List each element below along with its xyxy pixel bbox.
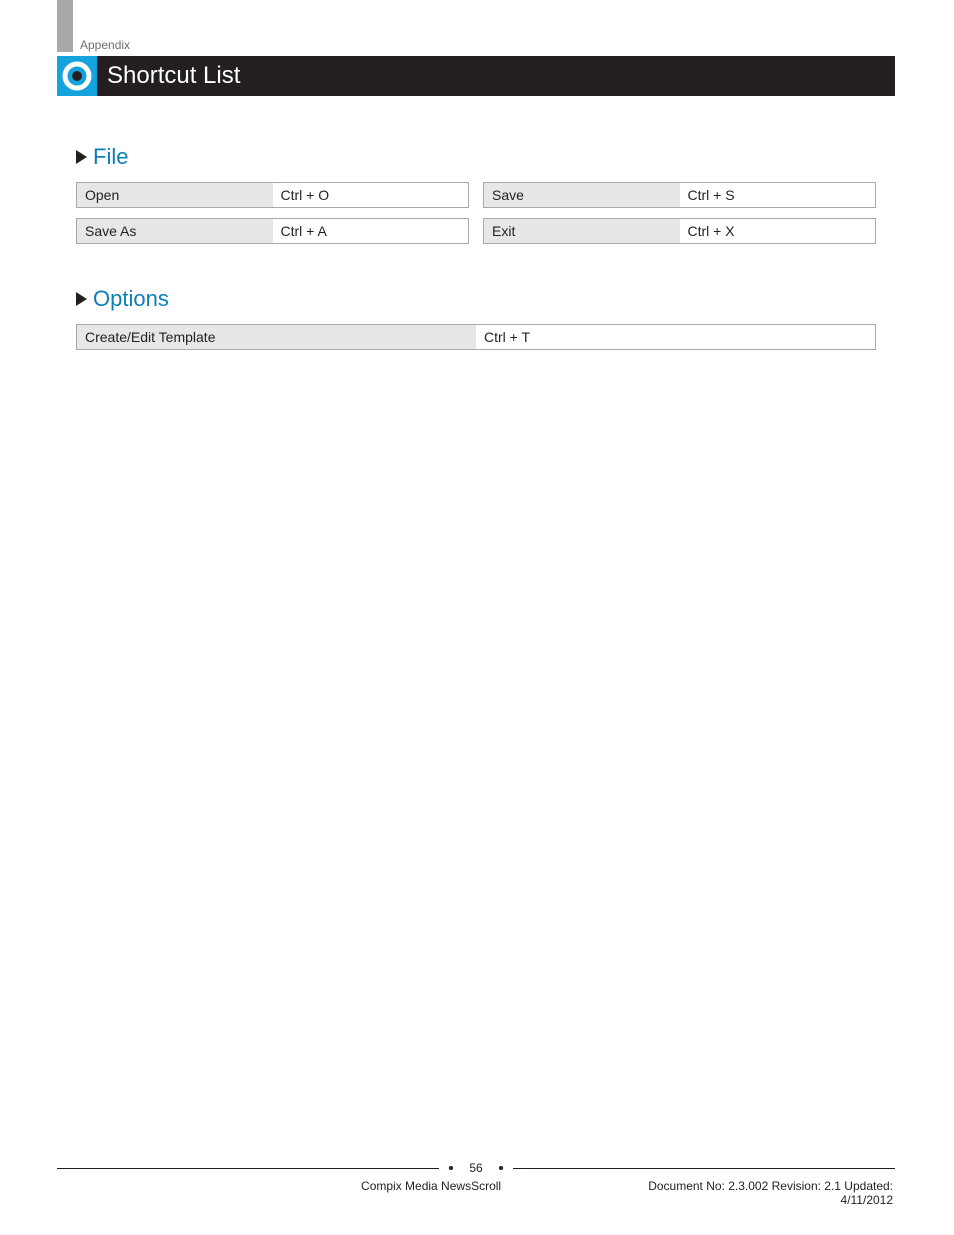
footer-product: Compix Media NewsScroll — [321, 1179, 631, 1207]
shortcut-name: Open — [77, 183, 273, 207]
title-bullet-icon — [57, 56, 97, 96]
footer-rule-left — [57, 1168, 439, 1169]
shortcut-name: Exit — [484, 219, 680, 243]
section-file: File Open Ctrl + O Save Ctrl + S Save As… — [76, 144, 876, 244]
section-heading-file-label: File — [93, 144, 128, 170]
footer-docinfo: Document No: 2.3.002 Revision: 2.1 Updat… — [631, 1179, 893, 1207]
section-options: Options Create/Edit Template Ctrl + T — [76, 286, 876, 350]
footer-dot-icon — [499, 1166, 503, 1170]
section-heading-options: Options — [76, 286, 876, 312]
header-gray-tab — [57, 0, 73, 52]
breadcrumb: Appendix — [80, 38, 130, 52]
page-footer: 56 Compix Media NewsScroll Document No: … — [57, 1161, 895, 1207]
triangle-icon — [76, 292, 87, 306]
shortcut-name: Save As — [77, 219, 273, 243]
shortcut-key: Ctrl + O — [273, 183, 469, 207]
shortcut-card: Save Ctrl + S — [483, 182, 876, 208]
page-title: Shortcut List — [107, 56, 240, 96]
section-heading-file: File — [76, 144, 876, 170]
shortcut-key: Ctrl + X — [680, 219, 876, 243]
page-number: 56 — [463, 1161, 488, 1175]
section-heading-options-label: Options — [93, 286, 169, 312]
footer-dot-icon — [449, 1166, 453, 1170]
shortcut-name: Create/Edit Template — [77, 325, 476, 349]
shortcut-card: Create/Edit Template Ctrl + T — [76, 324, 876, 350]
shortcut-card: Exit Ctrl + X — [483, 218, 876, 244]
triangle-icon — [76, 150, 87, 164]
shortcut-name: Save — [484, 183, 680, 207]
shortcut-key: Ctrl + T — [476, 325, 875, 349]
shortcut-card: Save As Ctrl + A — [76, 218, 469, 244]
shortcut-card: Open Ctrl + O — [76, 182, 469, 208]
footer-rule-right — [513, 1168, 895, 1169]
shortcut-key: Ctrl + S — [680, 183, 876, 207]
shortcut-key: Ctrl + A — [273, 219, 469, 243]
